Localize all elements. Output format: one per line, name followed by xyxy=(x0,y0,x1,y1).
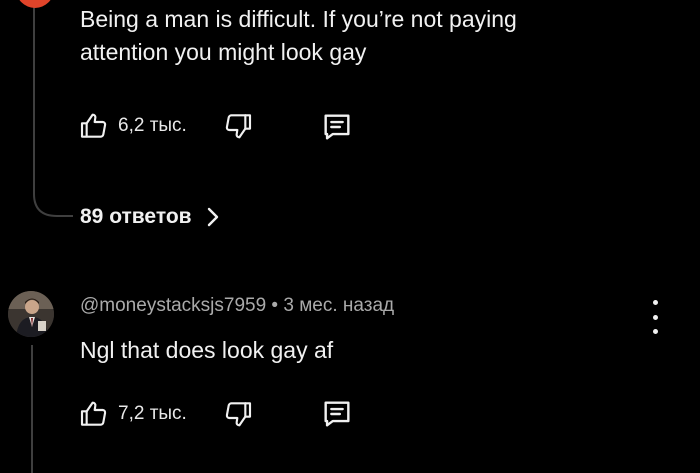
more-options-button[interactable] xyxy=(643,300,667,334)
view-replies-link[interactable]: 89 ответов xyxy=(80,205,220,229)
comment-icon xyxy=(320,110,354,144)
like-button[interactable]: 7,2 тыс. xyxy=(78,398,187,430)
thumb-up-icon xyxy=(78,398,110,430)
dislike-button[interactable] xyxy=(222,398,254,430)
avatar[interactable] xyxy=(16,0,54,8)
comment-text: Being a man is difficult. If you’re not … xyxy=(80,3,660,69)
chevron-right-icon xyxy=(206,206,220,228)
like-button[interactable]: 6,2 тыс. xyxy=(78,110,187,142)
reply-button[interactable] xyxy=(320,397,354,431)
meta-separator: • xyxy=(266,295,284,316)
timestamp: 3 мес. назад xyxy=(283,295,395,316)
thumb-up-icon xyxy=(78,110,110,142)
dislike-button[interactable] xyxy=(222,110,254,142)
author-name[interactable]: @moneystacksjs7959 xyxy=(80,295,266,316)
thread-line-bottom xyxy=(31,345,33,473)
comment-text-line: Being a man is difficult. If you’re not … xyxy=(80,6,517,32)
comment-icon xyxy=(320,397,354,431)
comment-text-line: Ngl that does look gay af xyxy=(80,337,334,363)
thread-line-top xyxy=(33,0,35,185)
comment-meta: @moneystacksjs7959 • 3 мес. назад xyxy=(80,295,394,317)
like-count: 7,2 тыс. xyxy=(118,403,187,424)
like-count: 6,2 тыс. xyxy=(118,115,187,136)
thumb-down-icon xyxy=(222,110,254,142)
thread-line-curve xyxy=(33,180,73,217)
comment-text: Ngl that does look gay af xyxy=(80,334,660,367)
reply-button[interactable] xyxy=(320,110,354,144)
replies-count: 89 ответов xyxy=(80,205,192,228)
more-vert-icon xyxy=(652,300,658,334)
comment-text-line: attention you might look gay xyxy=(80,39,367,65)
thumb-down-icon xyxy=(222,398,254,430)
avatar[interactable] xyxy=(8,291,54,337)
